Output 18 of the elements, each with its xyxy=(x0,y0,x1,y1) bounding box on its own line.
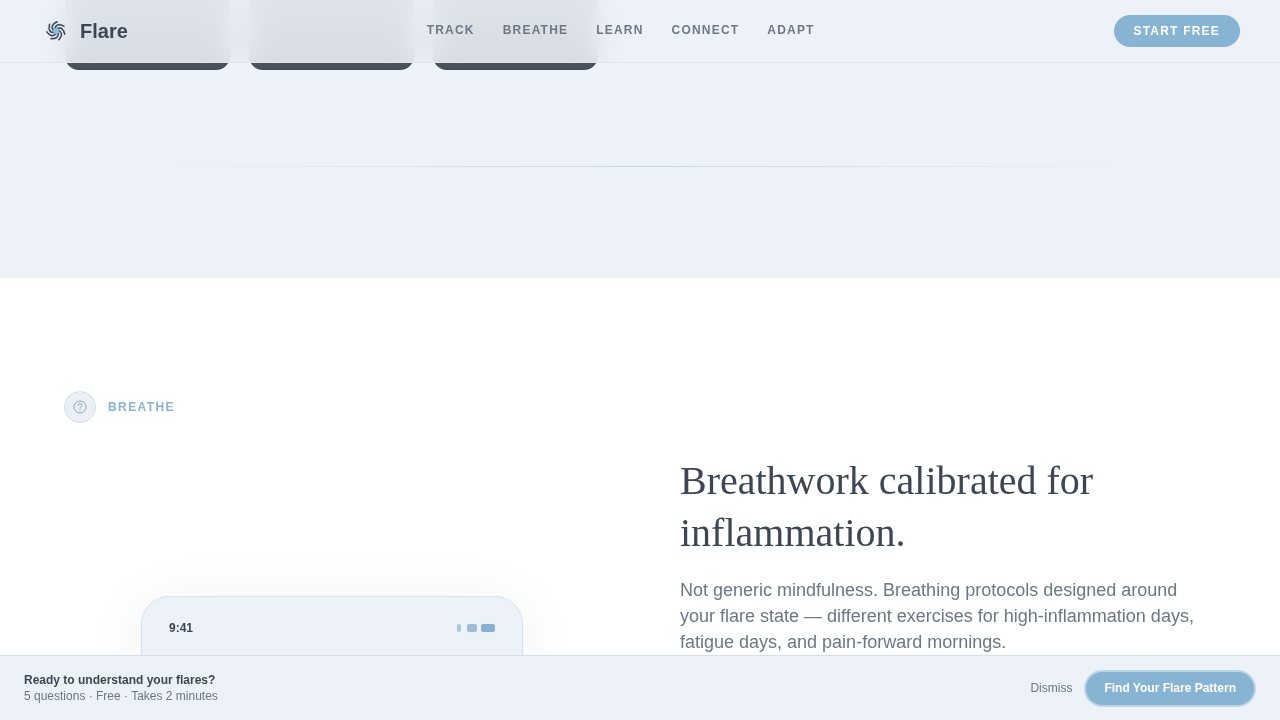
banner-title: Ready to understand your flares? xyxy=(24,672,216,688)
section-label: BREATHE xyxy=(108,399,175,415)
banner-subtitle: 5 questions · Free · Takes 2 minutes xyxy=(24,688,218,704)
phone-time: 9:41 xyxy=(169,620,194,637)
nav-link[interactable]: LEARN xyxy=(596,21,644,38)
start-free-button[interactable]: START FREE xyxy=(1113,15,1240,47)
nav-link[interactable]: ADAPT xyxy=(767,21,815,38)
brand-name[interactable]: Flare xyxy=(80,19,128,43)
section-description: Not generic mindfulness. Breathing protocols designed around your flare state — different exercises for high-inflammation days, fatigue days, and pain-forward mornings. xyxy=(680,579,1195,654)
dismiss-button[interactable]: Dismiss xyxy=(1030,681,1073,695)
section-heading: Breathwork calibrated for inflammation. xyxy=(680,457,1095,557)
nav-link[interactable]: CONNECT xyxy=(671,21,740,38)
logo-icon[interactable] xyxy=(46,21,66,41)
status-icon xyxy=(457,624,495,632)
nav-link[interactable]: BREATHE xyxy=(502,21,569,38)
find-pattern-button[interactable]: Find Your Flare Pattern xyxy=(1084,669,1256,707)
nav-link[interactable]: TRACK xyxy=(426,21,475,38)
help-icon xyxy=(64,391,96,423)
